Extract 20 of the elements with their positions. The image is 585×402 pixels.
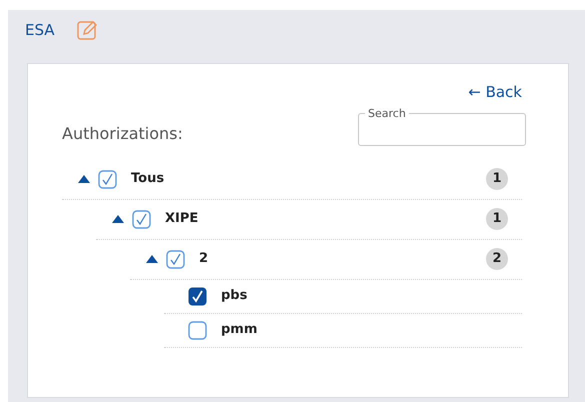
checkbox-partial[interactable] — [98, 170, 117, 188]
tree-item-label[interactable]: XIPE — [165, 209, 486, 229]
tree-item-label[interactable]: 2 — [199, 249, 486, 269]
checkbox[interactable] — [188, 320, 207, 340]
count-badge: 2 — [486, 248, 508, 270]
section-label: Authorizations: — [62, 122, 183, 144]
checkbox-partial[interactable] — [132, 210, 151, 228]
checkbox-checked[interactable] — [188, 286, 207, 306]
tree-item-label[interactable]: pmm — [221, 320, 508, 340]
checkbox-partial[interactable] — [166, 250, 185, 268]
tree-item-label[interactable]: Tous — [131, 169, 486, 189]
page-title: ESA — [25, 20, 55, 41]
collapse-triangle-icon[interactable] — [112, 215, 124, 223]
collapse-triangle-icon[interactable] — [146, 255, 158, 263]
count-badge: 1 — [486, 208, 508, 230]
back-link[interactable]: ← Back — [468, 81, 522, 104]
collapse-triangle-icon[interactable] — [78, 175, 90, 183]
search-field[interactable]: Search — [358, 108, 526, 146]
tree-item-label[interactable]: pbs — [221, 286, 508, 306]
count-badge: 1 — [486, 168, 508, 190]
